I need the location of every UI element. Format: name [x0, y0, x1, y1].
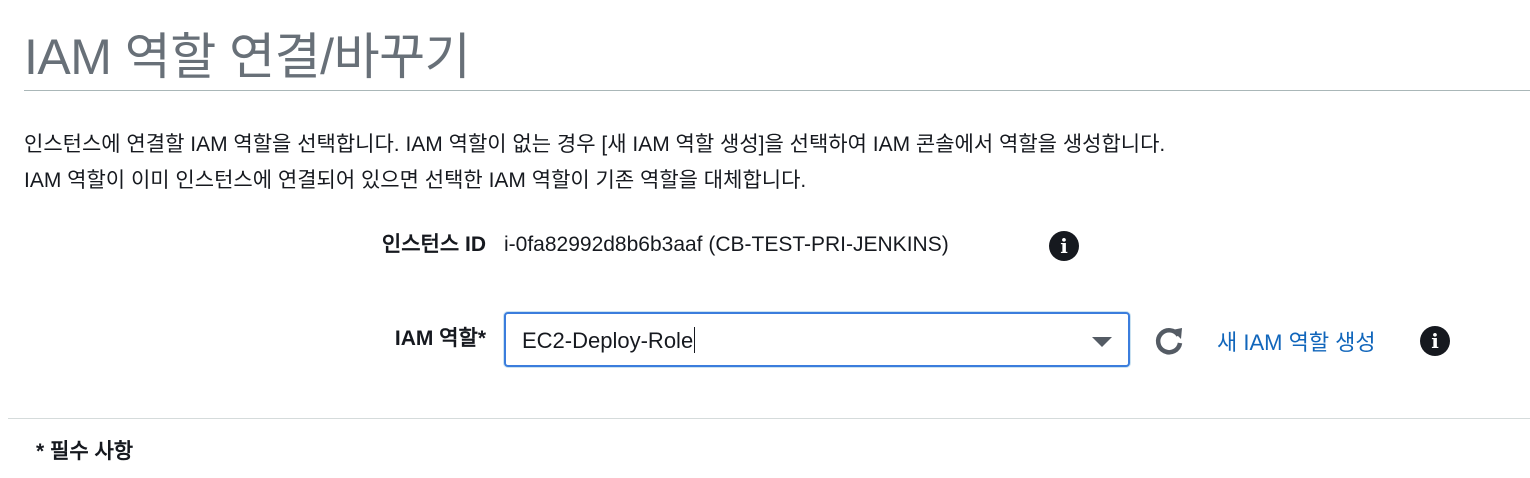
iam-role-label: IAM 역할* — [394, 327, 486, 350]
refresh-icon[interactable] — [1152, 324, 1186, 358]
caret-down-icon[interactable] — [1092, 337, 1112, 347]
footer-divider — [8, 418, 1530, 419]
instance-info-icon[interactable]: i — [1049, 231, 1079, 261]
iam-role-modal: IAM 역할 연결/바꾸기 인스턴스에 연결할 IAM 역할을 선택합니다. I… — [0, 0, 1530, 478]
title-divider — [24, 90, 1530, 91]
description-line-2: IAM 역할이 이미 인스턴스에 연결되어 있으면 선택한 IAM 역할이 기존… — [24, 169, 807, 192]
instance-id-label: 인스턴스 ID — [381, 233, 486, 256]
text-cursor — [694, 327, 696, 353]
create-iam-role-link[interactable]: 새 IAM 역할 생성 — [1217, 328, 1376, 358]
instance-id-value: i-0fa82992d8b6b3aaf (CB-TEST-PRI-JENKINS… — [504, 233, 949, 256]
iam-role-input-value[interactable]: EC2-Deploy-Role — [522, 326, 696, 356]
required-fields-note: * 필수 사항 — [36, 440, 134, 463]
create-role-info-icon[interactable]: i — [1420, 326, 1450, 356]
page-title: IAM 역할 연결/바꾸기 — [24, 29, 471, 85]
iam-role-value-text: EC2-Deploy-Role — [522, 328, 694, 353]
description-line-1: 인스턴스에 연결할 IAM 역할을 선택합니다. IAM 역할이 없는 경우 [… — [24, 133, 1166, 156]
iam-role-select[interactable]: EC2-Deploy-Role — [504, 312, 1130, 367]
